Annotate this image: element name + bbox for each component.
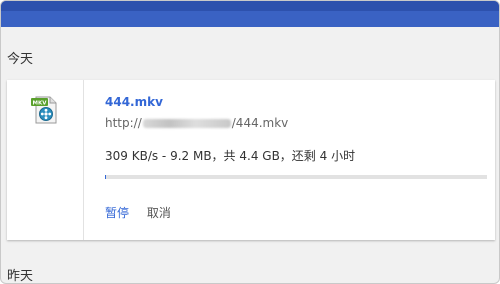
url-prefix: http:// bbox=[105, 116, 142, 130]
download-filename-link[interactable]: 444.mkv bbox=[105, 95, 163, 109]
download-progress-bar bbox=[105, 175, 487, 179]
download-progress-fill bbox=[105, 175, 106, 179]
downloads-window: 今天 MKV 444.mkv http:// /444.mkv 309 KB/s … bbox=[0, 0, 500, 284]
icon-badge-text: MKV bbox=[33, 101, 48, 107]
url-suffix: /444.mkv bbox=[231, 116, 289, 130]
pause-button[interactable]: 暂停 bbox=[105, 204, 129, 221]
url-redacted-host bbox=[142, 119, 231, 128]
header-bar bbox=[1, 1, 499, 27]
download-status-text: 309 KB/s - 9.2 MB，共 4.4 GB，还剩 4 小时 bbox=[105, 149, 356, 163]
download-actions: 暂停 取消 bbox=[105, 204, 185, 221]
download-item-card: MKV 444.mkv http:// /444.mkv 309 KB/s - 9… bbox=[7, 80, 495, 240]
header-strip bbox=[1, 1, 499, 11]
section-label-yesterday: 昨天 bbox=[7, 269, 34, 284]
mkv-video-file-icon: MKV bbox=[31, 96, 57, 124]
section-label-today: 今天 bbox=[7, 52, 34, 67]
download-url: http:// /444.mkv bbox=[105, 116, 288, 130]
file-icon-column: MKV bbox=[7, 80, 84, 240]
download-details: 444.mkv http:// /444.mkv 309 KB/s - 9.2 M… bbox=[105, 80, 495, 240]
cancel-button[interactable]: 取消 bbox=[147, 204, 171, 221]
